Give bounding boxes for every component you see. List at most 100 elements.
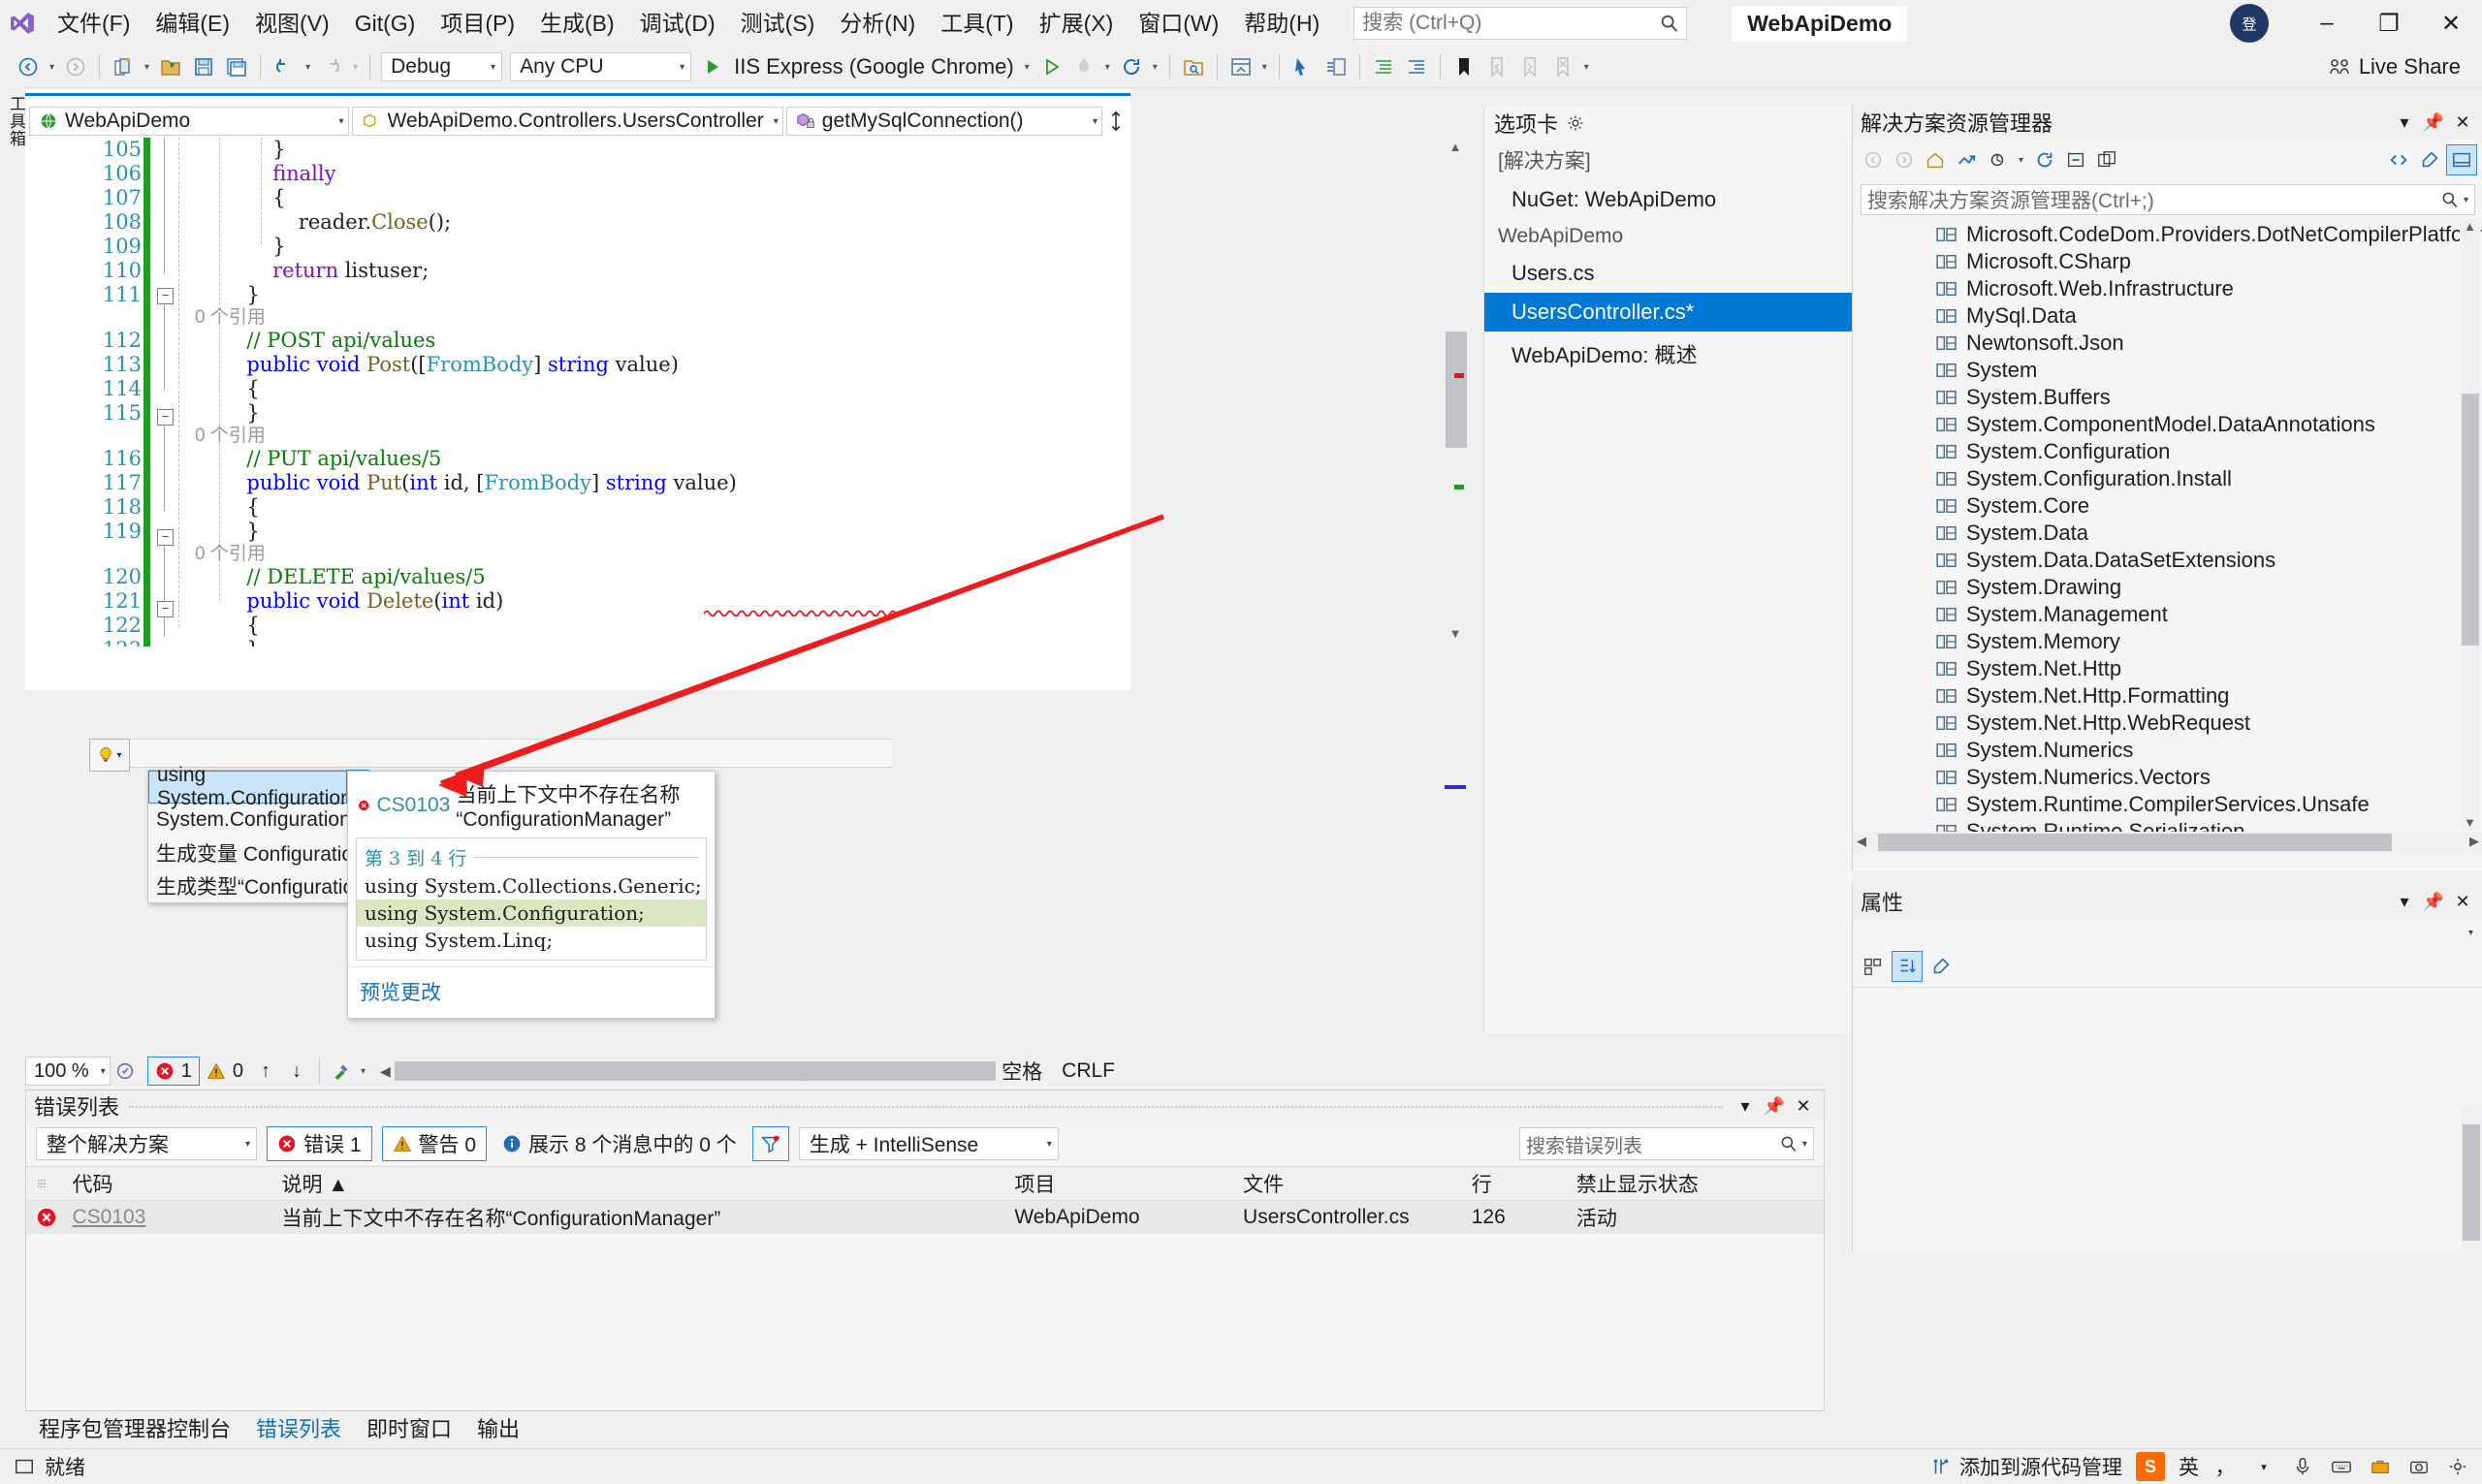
categorized-icon[interactable] bbox=[1859, 952, 1888, 981]
navbar-project-combo[interactable]: WebApiDemo ▾ bbox=[29, 107, 349, 136]
gear-icon[interactable] bbox=[1566, 113, 1585, 133]
error-list-vertical-scrollbar[interactable] bbox=[2461, 1105, 2482, 1396]
alphabetical-icon[interactable] bbox=[1892, 951, 1923, 982]
collapse-all-icon[interactable] bbox=[2061, 145, 2090, 174]
solution-reference-item[interactable]: System.Net.Http.WebRequest bbox=[1853, 710, 2482, 737]
fold-toggle[interactable]: − bbox=[157, 409, 174, 426]
search-folder-icon[interactable] bbox=[1177, 50, 1210, 83]
save-all-icon[interactable] bbox=[220, 50, 253, 83]
home-icon[interactable] bbox=[1921, 145, 1950, 174]
navigate-back-icon[interactable] bbox=[12, 50, 45, 83]
solution-reference-item[interactable]: System.Net.Http bbox=[1853, 655, 2482, 682]
solution-explorer-search[interactable]: 搜索解决方案资源管理器(Ctrl+;) ▾ bbox=[1861, 184, 2475, 215]
code-line[interactable]: { bbox=[195, 614, 260, 638]
ime-mode-label[interactable]: 英 bbox=[2179, 1452, 2199, 1481]
solution-tree[interactable]: Microsoft.CodeDom.Providers.DotNetCompil… bbox=[1853, 219, 2482, 832]
pointer-tool-icon[interactable] bbox=[1287, 50, 1320, 83]
lightbulb-dropdown-icon[interactable]: ▾ bbox=[116, 750, 121, 761]
properties-window-icon[interactable] bbox=[1320, 50, 1352, 83]
menu-window[interactable]: 窗口(W) bbox=[1126, 0, 1231, 47]
outdent-icon[interactable] bbox=[1400, 50, 1433, 83]
quick-action-item-generate-type[interactable]: 生成类型“ConfigurationManager” ▶ bbox=[148, 869, 347, 902]
menu-analyze[interactable]: 分析(N) bbox=[827, 0, 928, 47]
close-icon[interactable]: ✕ bbox=[2450, 889, 2475, 914]
solution-reference-item[interactable]: System.Numerics.Vectors bbox=[1853, 764, 2482, 791]
tab-item-userscontroller-cs[interactable]: UsersController.cs* bbox=[1484, 293, 1853, 332]
code-line[interactable]: return listuser; bbox=[195, 259, 429, 283]
row-code[interactable]: CS0103 bbox=[62, 1201, 271, 1234]
tab-error-list[interactable]: 错误列表 bbox=[256, 1412, 341, 1443]
editor-horizontal-scrollbar[interactable]: ◀ ▶ bbox=[380, 1058, 774, 1084]
bookmark-icon[interactable] bbox=[1448, 50, 1480, 83]
ime-logo-icon[interactable]: S bbox=[2136, 1452, 2165, 1481]
codelens-reference-count[interactable]: 0 个引用 bbox=[195, 426, 266, 447]
close-icon[interactable]: ✕ bbox=[2450, 110, 2475, 135]
code-line[interactable]: } bbox=[195, 401, 260, 426]
code-line[interactable]: } bbox=[195, 520, 260, 544]
table-row[interactable]: CS0103 当前上下文中不存在名称“ConfigurationManager”… bbox=[26, 1201, 1824, 1234]
tab-item-nuget[interactable]: NuGet: WebApiDemo bbox=[1484, 180, 1853, 219]
solution-explorer-icon[interactable] bbox=[1225, 50, 1257, 83]
code-line[interactable]: public void Delete(int id) bbox=[195, 589, 503, 614]
search-input[interactable] bbox=[1360, 11, 1659, 36]
code-line[interactable]: { bbox=[195, 377, 260, 401]
search-options-icon[interactable]: ▾ bbox=[2464, 195, 2468, 205]
refresh-icon[interactable] bbox=[2030, 145, 2059, 174]
solution-reference-item[interactable]: System.Runtime.CompilerServices.Unsafe bbox=[1853, 791, 2482, 818]
close-button[interactable]: ✕ bbox=[2420, 0, 2482, 47]
menu-debug[interactable]: 调试(D) bbox=[627, 0, 728, 47]
intellicode-icon[interactable] bbox=[111, 1060, 140, 1082]
solution-tree-scrollbar[interactable]: ▲ ▼ bbox=[2460, 219, 2481, 830]
editor-vertical-scrollbar[interactable] bbox=[1443, 138, 1470, 647]
scroll-right-icon[interactable]: ▶ bbox=[2469, 834, 2479, 849]
sync-with-active-document-icon[interactable] bbox=[1983, 145, 2012, 174]
solution-reference-item[interactable]: Newtonsoft.Json bbox=[1853, 330, 2482, 357]
menu-edit[interactable]: 编辑(E) bbox=[143, 0, 242, 47]
pin-icon[interactable]: 📌 bbox=[2421, 889, 2446, 914]
scroll-left-icon[interactable]: ◀ bbox=[1857, 834, 1866, 849]
menu-build[interactable]: 生成(B) bbox=[527, 0, 627, 47]
quick-action-item-using[interactable]: using System.Configuration; bbox=[148, 771, 347, 804]
search-options-icon[interactable]: ▾ bbox=[1802, 1139, 1807, 1150]
solution-reference-item[interactable]: System.Configuration bbox=[1853, 438, 2482, 465]
solution-tree-hscrollbar[interactable]: ◀ ▶ bbox=[1853, 832, 2482, 853]
window-dropdown-icon[interactable]: ▾ bbox=[2392, 110, 2417, 135]
column-header-file[interactable]: 文件 bbox=[1233, 1167, 1462, 1200]
solution-reference-item[interactable]: System.Buffers bbox=[1853, 384, 2482, 411]
menu-file[interactable]: 文件(F) bbox=[45, 0, 143, 47]
hot-reload-dropdown-icon[interactable]: ▾ bbox=[1100, 62, 1115, 73]
toolbox-icon[interactable] bbox=[2368, 1454, 2393, 1479]
global-search-box[interactable] bbox=[1353, 7, 1687, 40]
codelens-reference-count[interactable]: 0 个引用 bbox=[195, 544, 266, 565]
solution-reference-item[interactable]: System bbox=[1853, 357, 2482, 384]
code-cleanup-dropdown-icon[interactable]: ▾ bbox=[356, 1066, 370, 1077]
code-line[interactable]: // DELETE api/values/5 bbox=[195, 565, 486, 589]
errors-filter-button[interactable]: 错误 1 bbox=[267, 1126, 372, 1161]
column-header-description[interactable]: 说明 ▲ bbox=[272, 1167, 1005, 1200]
scroll-left-icon[interactable]: ◀ bbox=[380, 1063, 395, 1080]
menu-project[interactable]: 项目(P) bbox=[428, 0, 527, 47]
solution-reference-item[interactable]: System.Memory bbox=[1853, 628, 2482, 655]
build-filter-combo[interactable]: 生成 + IntelliSense ▾ bbox=[799, 1127, 1059, 1160]
restart-dropdown-icon[interactable]: ▾ bbox=[1148, 62, 1162, 73]
preview-selected-items-icon[interactable] bbox=[2446, 144, 2477, 175]
navbar-type-combo[interactable]: WebApiDemo.Controllers.UsersController ▾ bbox=[352, 107, 783, 136]
warnings-filter-button[interactable]: 警告 0 bbox=[382, 1126, 488, 1161]
start-debug-icon[interactable] bbox=[695, 50, 728, 83]
toolbar-grip[interactable] bbox=[0, 54, 12, 79]
undo-icon[interactable] bbox=[268, 50, 301, 83]
code-line[interactable]: public void Put(int id, [FromBody] strin… bbox=[195, 471, 737, 495]
restore-button[interactable]: ❐ bbox=[2358, 0, 2420, 47]
hscroll-thumb[interactable] bbox=[395, 1061, 996, 1081]
new-project-icon[interactable] bbox=[107, 50, 140, 83]
scrollbar-thumb[interactable] bbox=[2463, 1124, 2480, 1241]
error-scope-combo[interactable]: 整个解决方案 ▾ bbox=[36, 1127, 257, 1160]
scroll-down-arrow-icon[interactable]: ▼ bbox=[2464, 815, 2476, 830]
screenshot-icon[interactable] bbox=[2406, 1454, 2432, 1479]
ime-punctuation-icon[interactable]: ， bbox=[2212, 1454, 2238, 1479]
column-header-suppression[interactable]: 禁止显示状态 bbox=[1567, 1167, 1824, 1200]
solution-reference-item[interactable]: MySql.Data bbox=[1853, 302, 2482, 330]
ime-dropdown-icon[interactable]: ▾ bbox=[2251, 1454, 2276, 1479]
view-code-icon[interactable] bbox=[2384, 145, 2413, 174]
run-target-dropdown-icon[interactable]: ▾ bbox=[1020, 62, 1034, 73]
